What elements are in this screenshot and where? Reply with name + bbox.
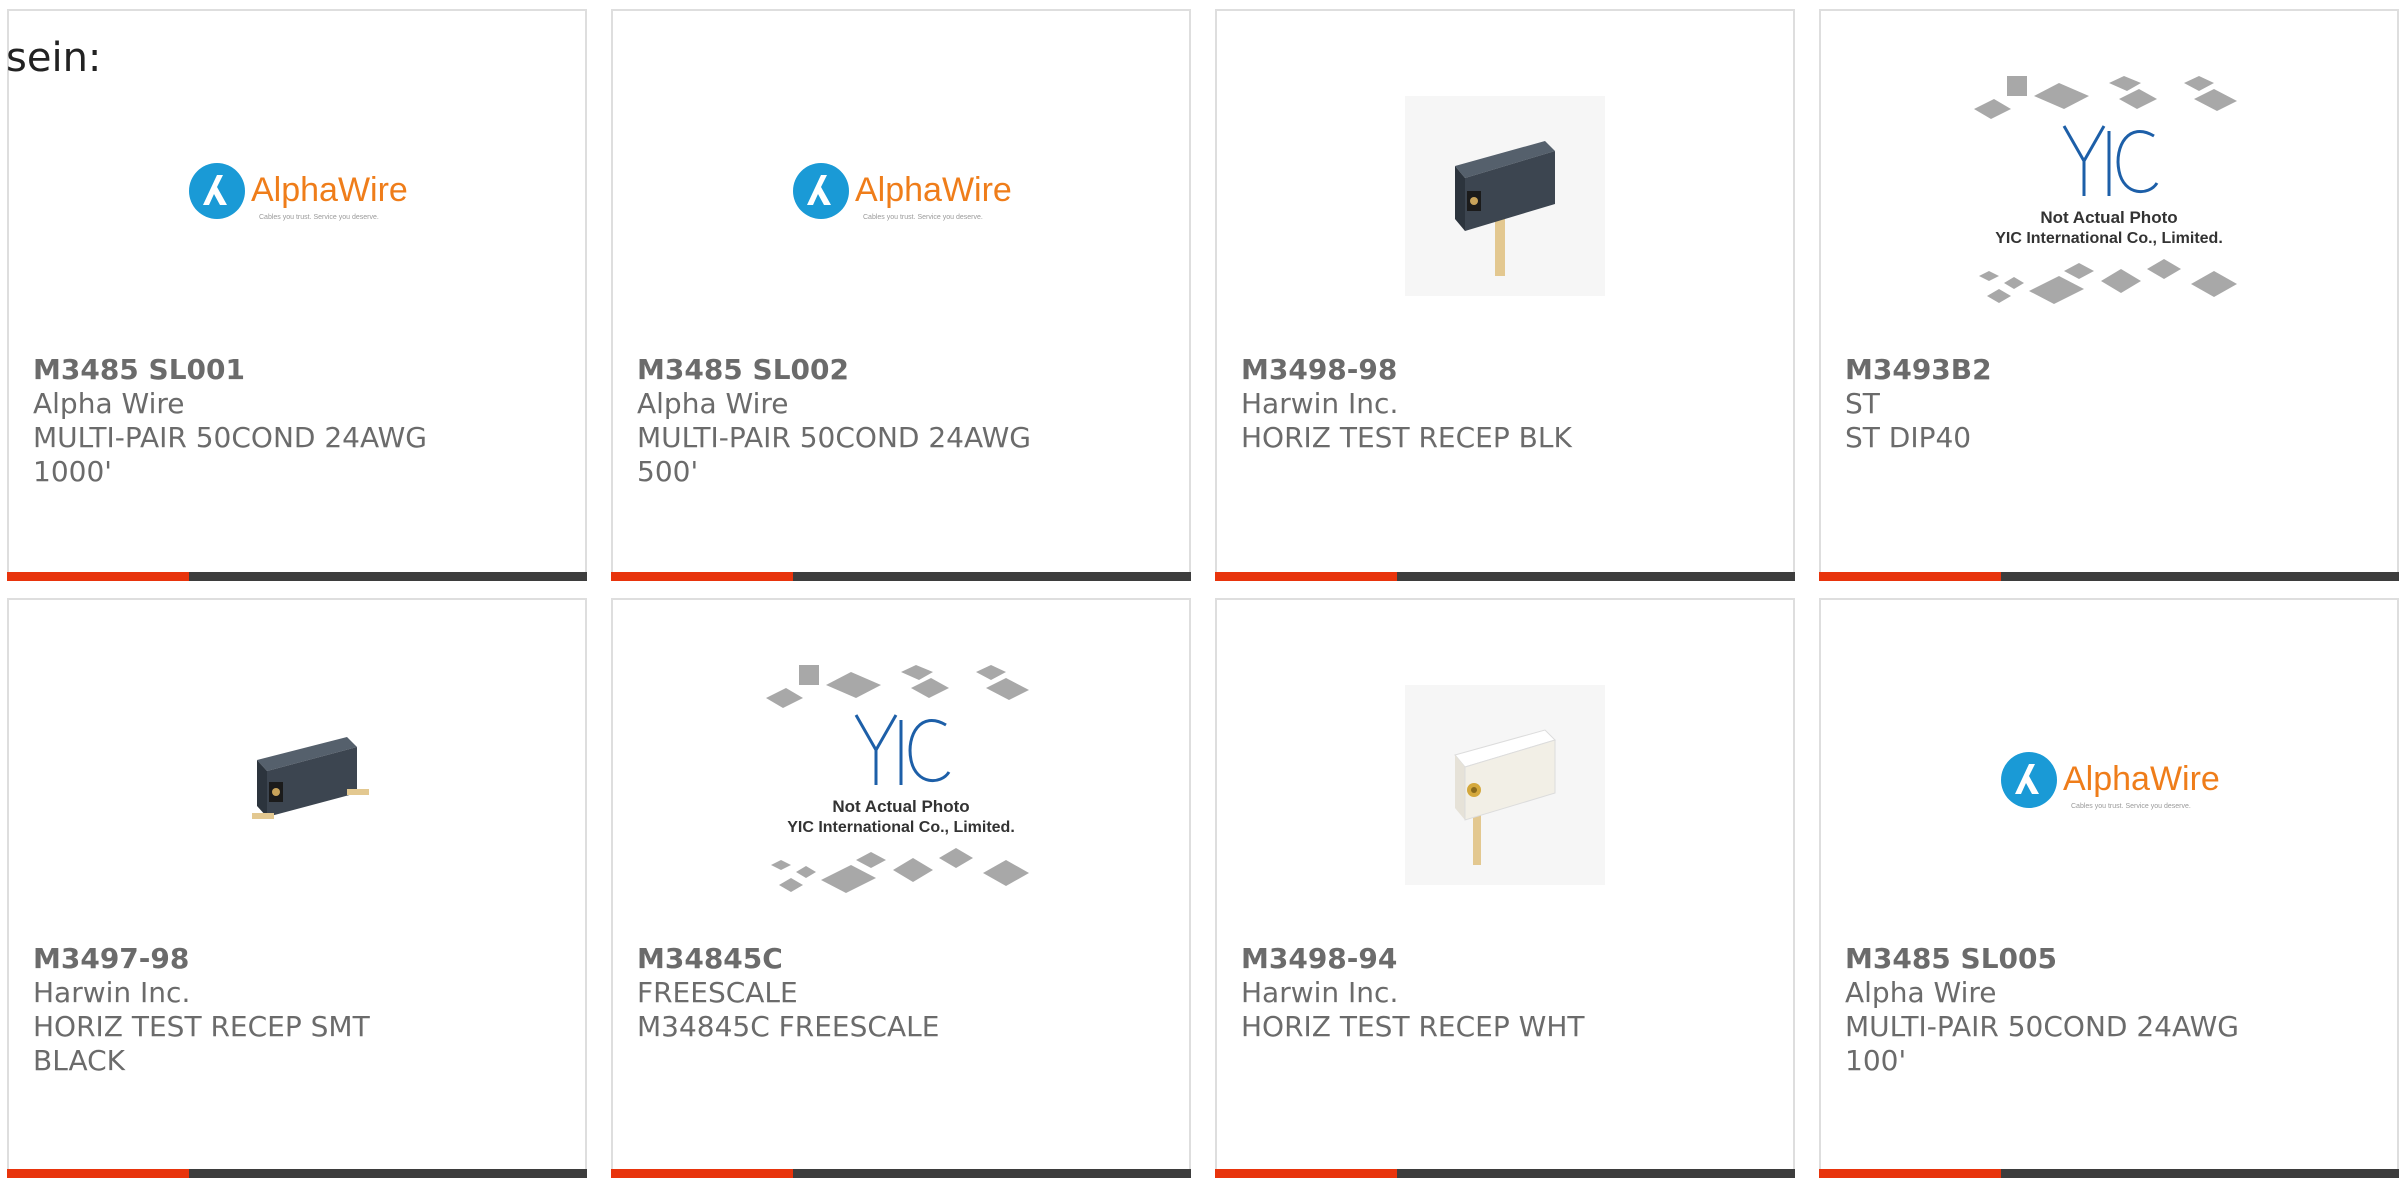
card-accent-bar	[7, 572, 189, 581]
part-number-link[interactable]: M3493B2	[1845, 353, 2377, 387]
product-info: M3485 SL005 Alpha Wire MULTI-PAIR 50COND 2…	[1845, 942, 2377, 1078]
manufacturer-name: ST	[1845, 387, 1880, 420]
product-image[interactable]: AlphaWire Cables you trust. Service you …	[9, 71, 585, 321]
product-description: HORIZ TEST RECEP BLK	[1241, 421, 1572, 454]
alphawire-logo-icon: AlphaWire Cables you trust. Service you …	[793, 163, 1011, 221]
part-number-link[interactable]: M3497-98	[33, 942, 565, 976]
yic-placeholder-icon: Not Actual Photo YIC International Co., …	[1974, 76, 2237, 304]
card-bottom-bar	[1215, 1169, 1795, 1178]
product-description: HORIZ TEST RECEP WHT	[1241, 1010, 1585, 1043]
product-card[interactable]: AlphaWire Cables you trust. Service you …	[611, 9, 1191, 581]
product-card[interactable]: AlphaWire Cables you trust. Service you …	[1819, 598, 2399, 1178]
product-description: MULTI-PAIR 50COND 24AWG 500'	[637, 421, 1031, 488]
manufacturer-name: Alpha Wire	[33, 387, 185, 420]
product-card[interactable]: M3498-94 Harwin Inc. HORIZ TEST RECEP WHT	[1215, 598, 1795, 1178]
yic-line2: YIC International Co., Limited.	[1995, 230, 2223, 247]
part-number-link[interactable]: M34845C	[637, 942, 1169, 976]
product-info: M3497-98 Harwin Inc. HORIZ TEST RECEP SMT …	[33, 942, 565, 1078]
card-accent-bar	[1215, 1169, 1397, 1178]
product-info: M3498-98 Harwin Inc. HORIZ TEST RECEP BLK	[1241, 353, 1773, 455]
alphawire-logo-tagline: Cables you trust. Service you deserve.	[2071, 803, 2191, 810]
yic-line1: Not Actual Photo	[2040, 208, 2177, 227]
product-info: M3498-94 Harwin Inc. HORIZ TEST RECEP WHT	[1241, 942, 1773, 1044]
product-info: M34845C FREESCALE M34845C FREESCALE	[637, 942, 1169, 1044]
alphawire-logo-icon: AlphaWire Cables you trust. Service you …	[2001, 752, 2219, 810]
card-bottom-bar	[611, 572, 1191, 581]
card-bottom-bar	[611, 1169, 1191, 1178]
manufacturer-name: FREESCALE	[637, 976, 798, 1009]
part-number-link[interactable]: M3498-94	[1241, 942, 1773, 976]
card-accent-bar	[1819, 1169, 2001, 1178]
connector-black-smt-icon	[252, 737, 369, 819]
product-info: M3485 SL002 Alpha Wire MULTI-PAIR 50COND 2…	[637, 353, 1169, 489]
connector-white-icon	[1405, 685, 1605, 885]
manufacturer-name: Alpha Wire	[1845, 976, 1997, 1009]
product-image[interactable]: AlphaWire Cables you trust. Service you …	[1821, 660, 2397, 910]
page-heading: sein:	[6, 35, 102, 81]
product-description: MULTI-PAIR 50COND 24AWG 1000'	[33, 421, 427, 488]
yic-line1: Not Actual Photo	[832, 797, 969, 816]
part-number-link[interactable]: M3485 SL005	[1845, 942, 2377, 976]
product-image[interactable]: Not Actual Photo YIC International Co., …	[613, 660, 1189, 910]
alphawire-logo-name: AlphaWire	[855, 171, 1011, 209]
product-image[interactable]: Not Actual Photo YIC International Co., …	[1821, 71, 2397, 321]
product-description: HORIZ TEST RECEP SMT BLACK	[33, 1010, 370, 1077]
manufacturer-name: Harwin Inc.	[1241, 387, 1399, 420]
product-description: ST DIP40	[1845, 421, 1972, 454]
product-card[interactable]: M3497-98 Harwin Inc. HORIZ TEST RECEP SMT …	[7, 598, 587, 1178]
alphawire-logo-tagline: Cables you trust. Service you deserve.	[259, 214, 379, 221]
connector-black-icon	[1405, 96, 1605, 296]
alphawire-logo-name: AlphaWire	[2063, 760, 2219, 798]
manufacturer-name: Harwin Inc.	[1241, 976, 1399, 1009]
card-bottom-bar	[7, 1169, 587, 1178]
part-number-link[interactable]: M3485 SL001	[33, 353, 565, 387]
product-card[interactable]: Not Actual Photo YIC International Co., …	[1819, 9, 2399, 581]
product-info: M3485 SL001 Alpha Wire MULTI-PAIR 50COND 2…	[33, 353, 565, 489]
alphawire-logo-tagline: Cables you trust. Service you deserve.	[863, 214, 983, 221]
yic-placeholder-icon: Not Actual Photo YIC International Co., …	[766, 665, 1029, 893]
card-bottom-bar	[1819, 572, 2399, 581]
product-image[interactable]	[1217, 660, 1793, 910]
card-bottom-bar	[1215, 572, 1795, 581]
alphawire-logo-icon: AlphaWire Cables you trust. Service you …	[189, 163, 407, 221]
card-accent-bar	[7, 1169, 189, 1178]
product-image[interactable]	[9, 660, 585, 910]
product-card[interactable]: Not Actual Photo YIC International Co., …	[611, 598, 1191, 1178]
product-description: M34845C FREESCALE	[637, 1010, 940, 1043]
product-card[interactable]: M3498-98 Harwin Inc. HORIZ TEST RECEP BLK	[1215, 9, 1795, 581]
manufacturer-name: Harwin Inc.	[33, 976, 191, 1009]
manufacturer-name: Alpha Wire	[637, 387, 789, 420]
alphawire-logo-name: AlphaWire	[251, 171, 407, 209]
card-accent-bar	[611, 1169, 793, 1178]
card-bottom-bar	[7, 572, 587, 581]
product-info: M3493B2 ST ST DIP40	[1845, 353, 2377, 455]
part-number-link[interactable]: M3498-98	[1241, 353, 1773, 387]
part-number-link[interactable]: M3485 SL002	[637, 353, 1169, 387]
product-card[interactable]: AlphaWire Cables you trust. Service you …	[7, 9, 587, 581]
yic-line2: YIC International Co., Limited.	[787, 819, 1015, 836]
product-image[interactable]	[1217, 71, 1793, 321]
card-accent-bar	[611, 572, 793, 581]
product-image[interactable]: AlphaWire Cables you trust. Service you …	[613, 71, 1189, 321]
card-accent-bar	[1215, 572, 1397, 581]
card-bottom-bar	[1819, 1169, 2399, 1178]
card-accent-bar	[1819, 572, 2001, 581]
product-description: MULTI-PAIR 50COND 24AWG 100'	[1845, 1010, 2239, 1077]
